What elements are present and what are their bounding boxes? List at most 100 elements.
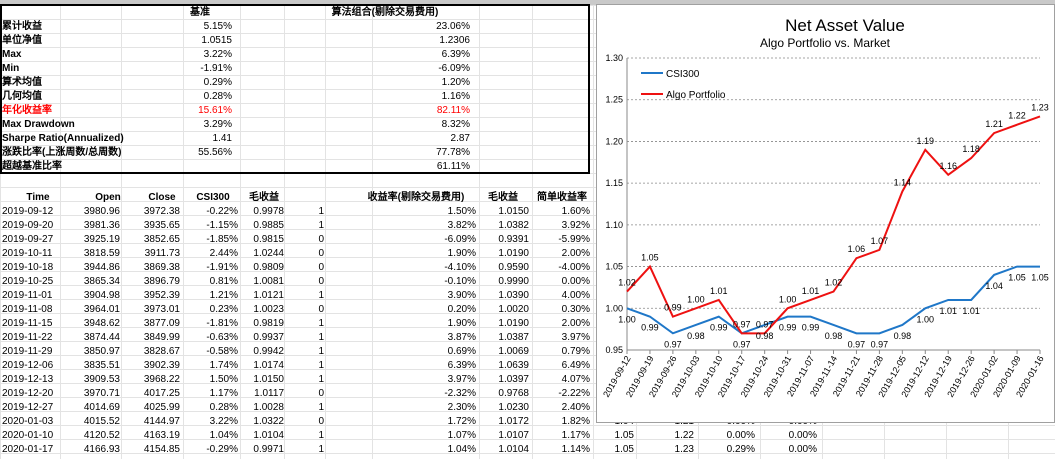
table-cell[interactable]: 1 (300, 345, 324, 358)
table-cell[interactable]: 1.0104 (240, 429, 284, 442)
table-cell[interactable]: 1.0150 (479, 205, 529, 218)
table-cell[interactable]: 0 (300, 415, 324, 428)
table-cell[interactable]: 3818.59 (62, 247, 120, 260)
table-cell[interactable]: 0.9990 (479, 275, 529, 288)
table-cell[interactable]: 4025.99 (122, 401, 180, 414)
table-cell[interactable]: 3.82% (372, 219, 476, 232)
table-cell[interactable]: 3.97% (533, 331, 590, 344)
summary-row-label[interactable]: 累计收益 (2, 20, 162, 33)
table-cell[interactable]: 1.0322 (240, 415, 284, 428)
table-cell[interactable]: 4144.97 (122, 415, 180, 428)
table-cell[interactable]: 1.0150 (240, 373, 284, 386)
table-cell[interactable]: 0.30% (533, 303, 590, 316)
table-cell[interactable]: 3948.62 (62, 317, 120, 330)
table-cell[interactable]: 2019-10-18 (2, 261, 60, 274)
table-cell[interactable]: 0.9809 (240, 261, 284, 274)
table-cell[interactable]: 1.74% (184, 359, 238, 372)
table-cell[interactable]: 1.0107 (479, 429, 529, 442)
table-cell[interactable]: 0.9885 (240, 219, 284, 232)
table-cell[interactable]: 3972.38 (122, 205, 180, 218)
summary-row-label[interactable]: 年化收益率 (2, 104, 162, 117)
table-cell[interactable]: 4014.69 (62, 401, 120, 414)
table-cell[interactable]: 3952.39 (122, 289, 180, 302)
table-cell[interactable]: -6.09% (372, 233, 476, 246)
table-cell[interactable]: 2020-01-17 (2, 443, 60, 456)
summary-value-market[interactable] (160, 160, 232, 173)
table-cell[interactable]: 0 (300, 303, 324, 316)
table-cell[interactable]: 1.0117 (240, 387, 284, 400)
table-cell[interactable]: -1.85% (184, 233, 238, 246)
table-cell[interactable]: 2020-01-03 (2, 415, 60, 428)
table-cell[interactable]: 3.22% (184, 415, 238, 428)
table-cell[interactable]: 2019-09-27 (2, 233, 60, 246)
table-cell[interactable]: -0.58% (184, 345, 238, 358)
table-cell[interactable]: 1.60% (533, 205, 590, 218)
table-cell[interactable]: 1.21% (184, 289, 238, 302)
summary-value-algo[interactable]: 2.87 (330, 132, 470, 145)
summary-value-algo[interactable]: 23.06% (330, 20, 470, 33)
table-cell[interactable]: 1.0387 (479, 331, 529, 344)
extra-cell[interactable]: 1.05 (600, 443, 634, 456)
table-cell[interactable]: 0 (300, 233, 324, 246)
table-cell[interactable]: 0.9815 (240, 233, 284, 246)
table-cell[interactable]: 4.00% (533, 289, 590, 302)
table-cell[interactable]: -0.10% (372, 275, 476, 288)
summary-header-market[interactable]: 基准 (140, 6, 260, 19)
table-header-cell[interactable]: 毛收益 (244, 191, 284, 204)
table-cell[interactable]: 1 (300, 317, 324, 330)
summary-row-label[interactable]: Min (2, 62, 162, 75)
summary-row-label[interactable]: Sharpe Ratio(Annualized) (2, 132, 162, 145)
table-cell[interactable]: 0.28% (184, 401, 238, 414)
table-cell[interactable]: 2020-01-10 (2, 429, 60, 442)
table-cell[interactable]: 4166.93 (62, 443, 120, 456)
table-cell[interactable]: 1.0382 (479, 219, 529, 232)
table-cell[interactable]: 1.0639 (479, 359, 529, 372)
extra-cell[interactable]: 1.23 (640, 443, 694, 456)
summary-value-market[interactable]: 1.41 (160, 132, 232, 145)
summary-value-algo[interactable]: -6.09% (330, 62, 470, 75)
table-cell[interactable]: 2019-11-01 (2, 289, 60, 302)
table-cell[interactable]: 0.23% (184, 303, 238, 316)
summary-header-algo[interactable]: 算法组合(剔除交易费用) (300, 6, 470, 19)
table-cell[interactable]: 3874.44 (62, 331, 120, 344)
summary-value-algo[interactable]: 1.16% (330, 90, 470, 103)
summary-row-label[interactable]: 单位净值 (2, 34, 162, 47)
summary-value-market[interactable]: -1.91% (160, 62, 232, 75)
table-cell[interactable]: -1.81% (184, 317, 238, 330)
table-cell[interactable]: 2019-10-11 (2, 247, 60, 260)
table-cell[interactable]: -1.91% (184, 261, 238, 274)
extra-cell[interactable]: 0.00% (762, 443, 817, 456)
table-cell[interactable]: 1.50% (184, 373, 238, 386)
table-cell[interactable]: 2.00% (533, 247, 590, 260)
table-cell[interactable]: 1 (300, 289, 324, 302)
table-cell[interactable]: 1.17% (184, 387, 238, 400)
table-cell[interactable]: 0.20% (372, 303, 476, 316)
table-header-cell[interactable] (300, 191, 330, 204)
summary-value-algo[interactable]: 6.39% (330, 48, 470, 61)
summary-row-label[interactable]: 几何均值 (2, 90, 162, 103)
summary-row-label[interactable]: 算术均值 (2, 76, 162, 89)
table-cell[interactable]: 1.17% (533, 429, 590, 442)
table-header-cell[interactable]: 简单收益率 (532, 191, 592, 204)
table-cell[interactable]: 3896.79 (122, 275, 180, 288)
table-cell[interactable]: 0.9590 (479, 261, 529, 274)
table-cell[interactable]: 1.0244 (240, 247, 284, 260)
table-cell[interactable]: 1 (300, 219, 324, 232)
summary-value-market[interactable]: 5.15% (160, 20, 232, 33)
table-cell[interactable]: 0.9971 (240, 443, 284, 456)
table-cell[interactable]: 6.49% (533, 359, 590, 372)
summary-value-market[interactable]: 0.29% (160, 76, 232, 89)
table-cell[interactable]: -0.63% (184, 331, 238, 344)
table-cell[interactable]: 0 (300, 247, 324, 260)
table-cell[interactable]: 1.50% (372, 205, 476, 218)
table-cell[interactable]: 3909.53 (62, 373, 120, 386)
table-cell[interactable]: 0.79% (533, 345, 590, 358)
table-cell[interactable]: -4.10% (372, 261, 476, 274)
table-cell[interactable]: 1.0081 (240, 275, 284, 288)
table-cell[interactable]: 2019-09-12 (2, 205, 60, 218)
table-cell[interactable]: 3828.67 (122, 345, 180, 358)
table-cell[interactable]: 0.9942 (240, 345, 284, 358)
table-header-cell[interactable]: 毛收益 (480, 191, 526, 204)
table-cell[interactable]: 1.0023 (240, 303, 284, 316)
table-cell[interactable]: 3850.97 (62, 345, 120, 358)
